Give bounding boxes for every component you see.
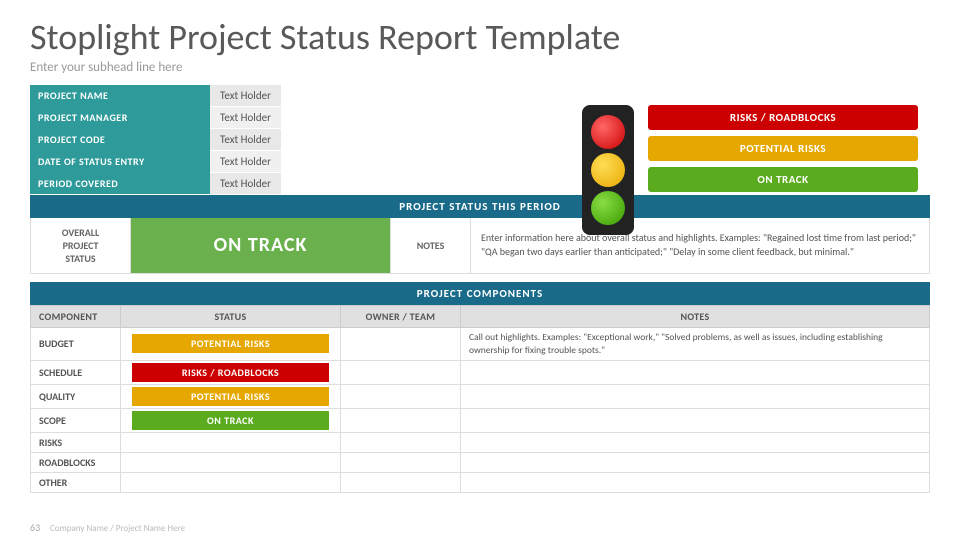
table-row: QUALITY POTENTIAL RISKS [31, 385, 930, 409]
status-section: PROJECT STATUS THIS PERIOD OVERALLPROJEC… [30, 195, 930, 274]
page-title: Stoplight Project Status Report Template [30, 18, 930, 58]
table-row: OTHER [31, 473, 930, 493]
info-label: DATE OF STATUS ENTRY [30, 150, 210, 172]
table-row: SCOPE ON TRACK [31, 409, 930, 433]
component-name: RISKS [31, 433, 121, 453]
owner-cell [341, 433, 461, 453]
info-row: DATE OF STATUS ENTRYText Holder [30, 150, 281, 172]
legend-risks: RISKS / ROADBLOCKS [648, 105, 918, 130]
info-row: PERIOD COVEREDText Holder [30, 172, 281, 194]
comp-col-header: OWNER / TEAM [341, 305, 461, 327]
component-name: QUALITY [31, 385, 121, 409]
footer-text: Company Name / Project Name Here [50, 523, 185, 534]
legend-ontrack: ON TRACK [648, 167, 918, 192]
status-header: PROJECT STATUS THIS PERIOD [30, 195, 930, 218]
light-red [591, 115, 625, 149]
light-green-bottom [591, 191, 625, 225]
notes-cell [461, 361, 930, 385]
info-value: Text Holder [210, 150, 281, 172]
components-section: PROJECT COMPONENTS COMPONENTSTATUSOWNER … [30, 282, 930, 494]
subhead: Enter your subhead line here [30, 60, 930, 75]
light-yellow [591, 153, 625, 187]
notes-cell [461, 433, 930, 453]
page-number: 63 [30, 521, 40, 534]
status-cell: POTENTIAL RISKS [121, 327, 341, 361]
status-cell [121, 473, 341, 493]
notes-label: NOTES [391, 218, 471, 273]
components-header: PROJECT COMPONENTS [30, 282, 930, 305]
info-value: Text Holder [210, 85, 281, 107]
owner-cell [341, 453, 461, 473]
info-row: PROJECT CODEText Holder [30, 128, 281, 150]
info-value: Text Holder [210, 172, 281, 194]
notes-text: Enter information here about overall sta… [471, 218, 929, 273]
table-row: SCHEDULE RISKS / ROADBLOCKS [31, 361, 930, 385]
info-table: PROJECT NAMEText HolderPROJECT MANAGERTe… [30, 85, 281, 195]
component-name: SCOPE [31, 409, 121, 433]
component-name: SCHEDULE [31, 361, 121, 385]
status-cell: ON TRACK [121, 409, 341, 433]
info-value: Text Holder [210, 106, 281, 128]
notes-cell [461, 409, 930, 433]
legend-potential: POTENTIAL RISKS [648, 136, 918, 161]
notes-cell [461, 473, 930, 493]
info-label: PROJECT MANAGER [30, 106, 210, 128]
status-pill: POTENTIAL RISKS [132, 387, 329, 406]
comp-col-header: NOTES [461, 305, 930, 327]
owner-cell [341, 385, 461, 409]
component-name: ROADBLOCKS [31, 453, 121, 473]
table-row: ROADBLOCKS [31, 453, 930, 473]
status-body: OVERALLPROJECTSTATUS ON TRACK NOTES Ente… [30, 218, 930, 274]
status-pill: RISKS / ROADBLOCKS [132, 363, 329, 382]
info-label: PROJECT CODE [30, 128, 210, 150]
notes-cell: Call out highlights. Examples: "Exceptio… [461, 327, 930, 361]
legend-buttons: RISKS / ROADBLOCKS POTENTIAL RISKS ON TR… [648, 105, 918, 192]
status-cell: RISKS / ROADBLOCKS [121, 361, 341, 385]
status-cell [121, 453, 341, 473]
comp-col-header: COMPONENT [31, 305, 121, 327]
components-table: COMPONENTSTATUSOWNER / TEAMNOTES BUDGET … [30, 305, 930, 494]
owner-cell [341, 409, 461, 433]
table-row: RISKS [31, 433, 930, 453]
status-cell: POTENTIAL RISKS [121, 385, 341, 409]
owner-cell [341, 473, 461, 493]
comp-col-header: STATUS [121, 305, 341, 327]
status-pill: POTENTIAL RISKS [132, 334, 329, 353]
status-cell [121, 433, 341, 453]
info-row: PROJECT NAMEText Holder [30, 85, 281, 107]
status-pill: ON TRACK [132, 411, 329, 430]
info-label: PROJECT NAME [30, 85, 210, 107]
info-label: PERIOD COVERED [30, 172, 210, 194]
info-row: PROJECT MANAGERText Holder [30, 106, 281, 128]
component-name: BUDGET [31, 327, 121, 361]
table-row: BUDGET POTENTIAL RISKS Call out highligh… [31, 327, 930, 361]
notes-cell [461, 385, 930, 409]
page: Stoplight Project Status Report Template… [0, 0, 960, 540]
owner-cell [341, 327, 461, 361]
overall-label: OVERALLPROJECTSTATUS [31, 218, 131, 273]
stoplight-image [582, 105, 634, 235]
notes-cell [461, 453, 930, 473]
owner-cell [341, 361, 461, 385]
overall-status-value: ON TRACK [131, 218, 391, 273]
info-value: Text Holder [210, 128, 281, 150]
component-name: OTHER [31, 473, 121, 493]
